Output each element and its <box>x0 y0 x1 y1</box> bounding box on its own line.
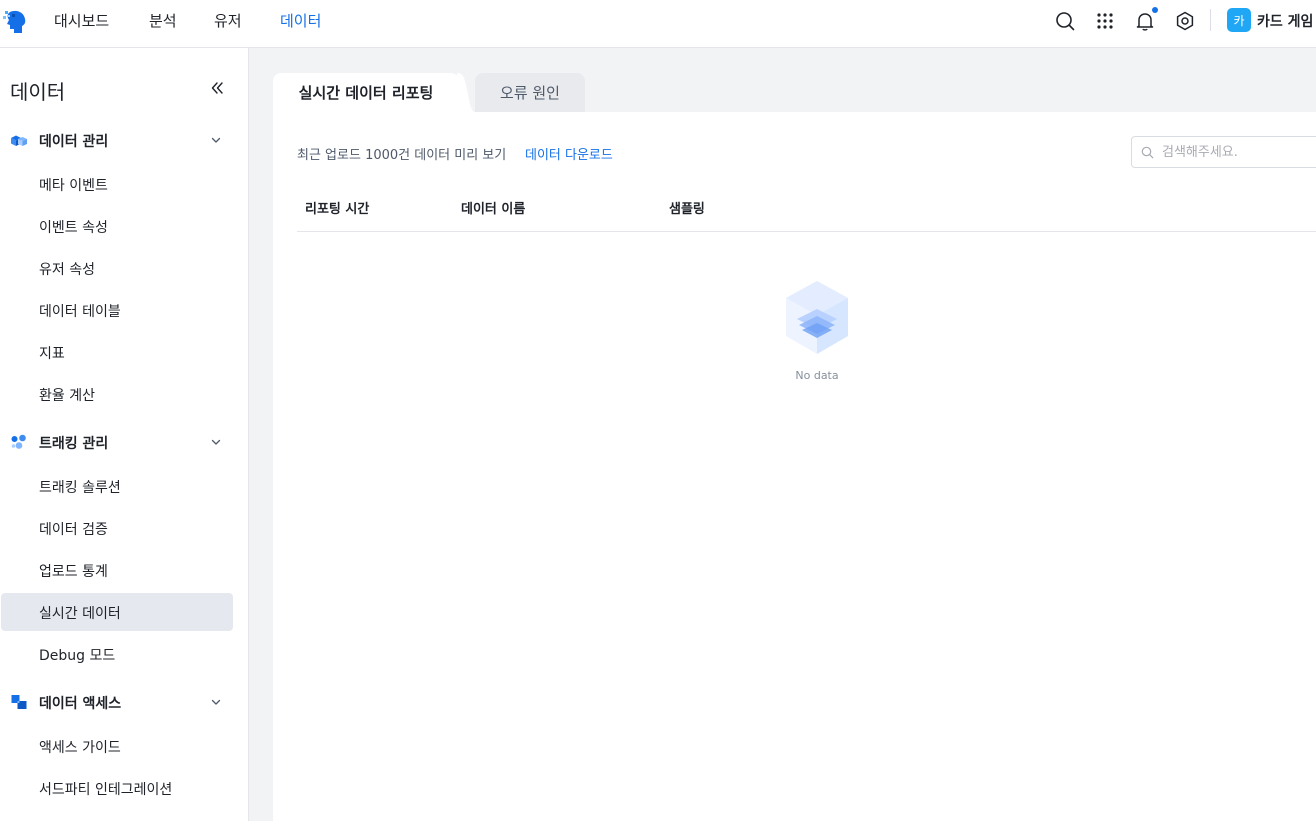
sidebar-item-label: 메타 이벤트 <box>39 178 108 194</box>
tracking-icon <box>11 434 26 449</box>
sidebar-item-label: 유저 속성 <box>39 262 95 278</box>
search-input[interactable] <box>1162 137 1316 167</box>
search-icon <box>1141 146 1154 159</box>
chevron-down-icon[interactable] <box>210 436 222 448</box>
access-icon <box>11 695 27 709</box>
sidebar-item-label: 환율 계산 <box>39 388 95 404</box>
chevron-down-icon[interactable] <box>210 134 222 146</box>
sidebar-item-exchange-rate[interactable]: 환율 계산 <box>1 375 233 413</box>
chevron-down-icon[interactable] <box>210 696 222 708</box>
tab-error-causes[interactable]: 오류 원인 <box>475 73 585 112</box>
sidebar-item-data-tables[interactable]: 데이터 테이블 <box>1 291 233 329</box>
sidebar-item-user-properties[interactable]: 유저 속성 <box>1 249 233 287</box>
sidebar-item-label: 서드파티 인테그레이션 <box>39 782 173 798</box>
tab-label: 오류 원인 <box>500 84 560 102</box>
apps-grid-icon[interactable] <box>1094 10 1116 32</box>
sidebar-item-meta-events[interactable]: 메타 이벤트 <box>1 165 233 203</box>
column-header-data-name[interactable]: 데이터 이름 <box>461 198 525 217</box>
sidebar-item-access-guide[interactable]: 액세스 가이드 <box>1 727 233 765</box>
sidebar: 데이터 데이터 관리 메타 이벤트 이벤트 속성 유저 속성 데이터 테이블 지… <box>0 48 249 821</box>
tab-corner-decoration <box>457 73 475 112</box>
collapse-sidebar-icon[interactable] <box>209 80 225 96</box>
sidebar-group-label: 데이터 관리 <box>39 134 109 150</box>
preview-description: 최근 업로드 1000건 데이터 미리 보기 <box>297 148 507 163</box>
user-name[interactable]: 카드 게임 <box>1257 11 1313 31</box>
sidebar-item-label: 데이터 테이블 <box>39 304 121 320</box>
download-data-link[interactable]: 데이터 다운로드 <box>525 144 613 163</box>
nav-data[interactable]: 데이터 <box>280 10 321 31</box>
sidebar-item-label: 지표 <box>39 346 65 362</box>
top-navbar: 대시보드 분석 유저 데이터 카 카드 게임 <box>0 0 1316 48</box>
sidebar-item-debug-mode[interactable]: Debug 모드 <box>1 635 233 673</box>
sidebar-item-label: 데이터 검증 <box>39 522 108 538</box>
sidebar-item-label: 이벤트 속성 <box>39 220 108 236</box>
column-header-sampling[interactable]: 샘플링 <box>669 198 705 217</box>
nav-dashboard[interactable]: 대시보드 <box>54 10 109 31</box>
sidebar-item-tracking-solution[interactable]: 트래킹 솔루션 <box>1 467 233 505</box>
sidebar-group-tracking-management[interactable]: 트래킹 관리 <box>0 428 249 456</box>
nav-users[interactable]: 유저 <box>214 10 242 31</box>
sidebar-item-label: 실시간 데이터 <box>39 606 121 622</box>
sidebar-item-label: 액세스 가이드 <box>39 740 121 756</box>
tab-label: 실시간 데이터 리포팅 <box>298 84 434 102</box>
sidebar-group-label: 트래킹 관리 <box>39 436 109 452</box>
sidebar-title: 데이터 <box>10 80 66 104</box>
sidebar-group-data-management[interactable]: 데이터 관리 <box>0 126 249 154</box>
sidebar-group-label: 데이터 액세스 <box>39 696 122 712</box>
settings-icon[interactable] <box>1174 10 1196 32</box>
sidebar-item-third-party-integration[interactable]: 서드파티 인테그레이션 <box>1 769 233 807</box>
user-avatar[interactable]: 카 <box>1227 8 1251 32</box>
search-field[interactable] <box>1131 136 1316 168</box>
sidebar-item-realtime-data[interactable]: 실시간 데이터 <box>1 593 233 631</box>
sidebar-item-upload-stats[interactable]: 업로드 통계 <box>1 551 233 589</box>
sidebar-item-label: 업로드 통계 <box>39 564 108 580</box>
sidebar-item-event-properties[interactable]: 이벤트 속성 <box>1 207 233 245</box>
toolbar-divider <box>1210 9 1211 31</box>
bell-icon[interactable] <box>1134 10 1156 32</box>
column-header-reporting-time[interactable]: 리포팅 시간 <box>305 198 369 217</box>
brain-logo-icon[interactable] <box>2 8 28 36</box>
tab-realtime-reporting[interactable]: 실시간 데이터 리포팅 <box>273 73 459 112</box>
nav-analysis[interactable]: 분석 <box>149 10 177 31</box>
cubes-icon <box>11 135 27 146</box>
sidebar-item-label: Debug 모드 <box>39 648 116 664</box>
search-icon[interactable] <box>1054 10 1076 32</box>
table-header: 리포팅 시간 데이터 이름 샘플링 <box>297 186 1316 232</box>
sidebar-item-metrics[interactable]: 지표 <box>1 333 233 371</box>
notification-badge-dot <box>1152 7 1158 13</box>
empty-box-icon <box>786 281 848 354</box>
sidebar-item-label: 트래킹 솔루션 <box>39 480 121 496</box>
sidebar-group-data-access[interactable]: 데이터 액세스 <box>0 688 249 716</box>
empty-state-text: No data <box>795 369 839 382</box>
sidebar-item-data-validation[interactable]: 데이터 검증 <box>1 509 233 547</box>
